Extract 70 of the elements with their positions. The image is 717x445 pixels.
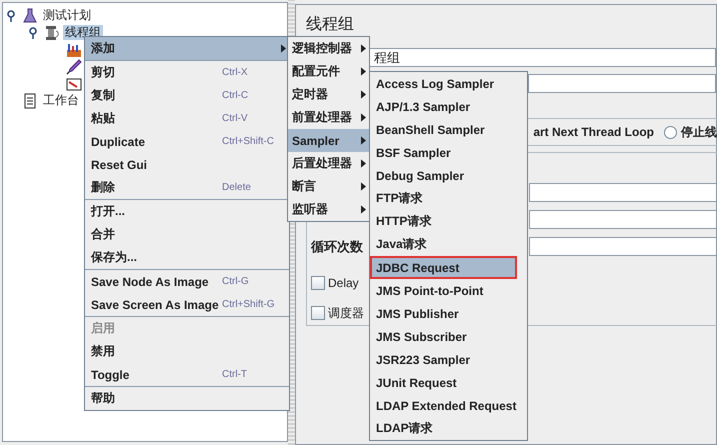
panel-title: 线程组	[306, 15, 354, 35]
menu-item[interactable]: JMS Publisher	[370, 302, 527, 325]
menu-item[interactable]: 剪切 Ctrl-X	[85, 61, 289, 84]
menu-item[interactable]: 保存为...	[85, 246, 289, 269]
menu-item[interactable]: JMS Subscriber	[370, 325, 527, 348]
menu-item[interactable]: Save Screen As Image Ctrl+Shift-G	[85, 293, 289, 316]
submenu-arrow-icon	[361, 113, 366, 122]
menu-item[interactable]: 禁用	[85, 340, 289, 363]
menu-item[interactable]: Access Log Sampler	[370, 72, 527, 95]
chart-icon	[66, 42, 82, 58]
menu-item[interactable]: LDAP Extended Request	[370, 394, 527, 417]
menu-item[interactable]: 后置处理器	[288, 152, 369, 175]
input-field[interactable]	[529, 183, 717, 202]
submenu-arrow-icon	[361, 205, 366, 214]
menu-item[interactable]: Toggle Ctrl-T	[85, 363, 289, 386]
menu-item[interactable]: JSR223 Sampler	[370, 348, 527, 371]
submenu-arrow-icon	[361, 44, 366, 53]
menu-item[interactable]: Duplicate Ctrl+Shift-C	[85, 130, 289, 153]
menu-item[interactable]: 帮助	[85, 387, 289, 410]
menu-item[interactable]: 删除 Delete	[85, 176, 289, 199]
checkbox-label: 调度器	[328, 304, 364, 322]
menu-item[interactable]: 打开...	[85, 200, 289, 223]
menu-item[interactable]: 逻辑控制器	[288, 37, 369, 60]
checkbox[interactable]	[311, 306, 325, 320]
input-field[interactable]	[529, 210, 717, 229]
menu-item[interactable]: 粘贴 Ctrl-V	[85, 107, 289, 130]
menu-item[interactable]: 复制 Ctrl-C	[85, 84, 289, 107]
tree-item[interactable]: 测试计划	[41, 8, 93, 23]
name-field[interactable]: 程组	[368, 48, 716, 67]
field-label: 循环次数	[310, 238, 363, 256]
menu-item[interactable]: AJP/1.3 Sampler	[370, 95, 527, 118]
spool-icon	[44, 24, 60, 40]
menu-item[interactable]: 前置处理器	[288, 106, 369, 129]
notepad-icon	[22, 92, 38, 108]
radio-label: 停止线	[681, 124, 717, 140]
menu-item[interactable]: Debug Sampler	[370, 164, 527, 187]
menu-item[interactable]: BSF Sampler	[370, 141, 527, 164]
menu-item[interactable]: JMS Point-to-Point	[370, 279, 527, 302]
menu-item[interactable]: BeanShell Sampler	[370, 118, 527, 141]
menu-item[interactable]: HTTP请求	[370, 210, 527, 233]
submenu-arrow-icon	[281, 44, 286, 53]
menu-item[interactable]: JUnit Request	[370, 371, 527, 394]
submenu-arrow-icon	[361, 136, 366, 145]
checkbox[interactable]	[311, 276, 325, 290]
submenu-arrow-icon	[361, 182, 366, 191]
menu-item[interactable]: 添加	[85, 37, 289, 60]
checkbox-label: Delay	[328, 276, 359, 290]
submenu-arrow-icon	[361, 159, 366, 168]
comment-field[interactable]	[528, 74, 716, 93]
menu-item[interactable]: Java请求	[370, 233, 527, 256]
menu-item[interactable]: LDAP请求	[370, 417, 527, 440]
menu-item[interactable]: JDBC Request	[370, 256, 517, 279]
radio-button[interactable]	[664, 126, 677, 138]
input-field[interactable]	[529, 237, 717, 256]
menu-item[interactable]: 断言	[288, 175, 369, 198]
menu-item[interactable]: Sampler	[288, 129, 369, 152]
radio-label: art Next Thread Loop	[533, 125, 654, 139]
tree-item[interactable]: 工作台	[41, 93, 81, 108]
menu-item[interactable]: 定时器	[288, 83, 369, 106]
menu-item[interactable]: 配置元件	[288, 60, 369, 83]
submenu-arrow-icon	[361, 90, 366, 99]
menu-item[interactable]: 合并	[85, 223, 289, 246]
menu-item[interactable]: FTP请求	[370, 187, 527, 210]
submenu-arrow-icon	[361, 67, 366, 76]
pipette-icon	[66, 58, 82, 74]
menu-item[interactable]: Save Node As Image Ctrl-G	[85, 270, 289, 293]
menu-item[interactable]: Reset Gui	[85, 153, 289, 176]
image-icon	[66, 76, 82, 92]
flask-icon	[22, 8, 38, 24]
menu-item[interactable]: 监听器	[288, 198, 369, 221]
